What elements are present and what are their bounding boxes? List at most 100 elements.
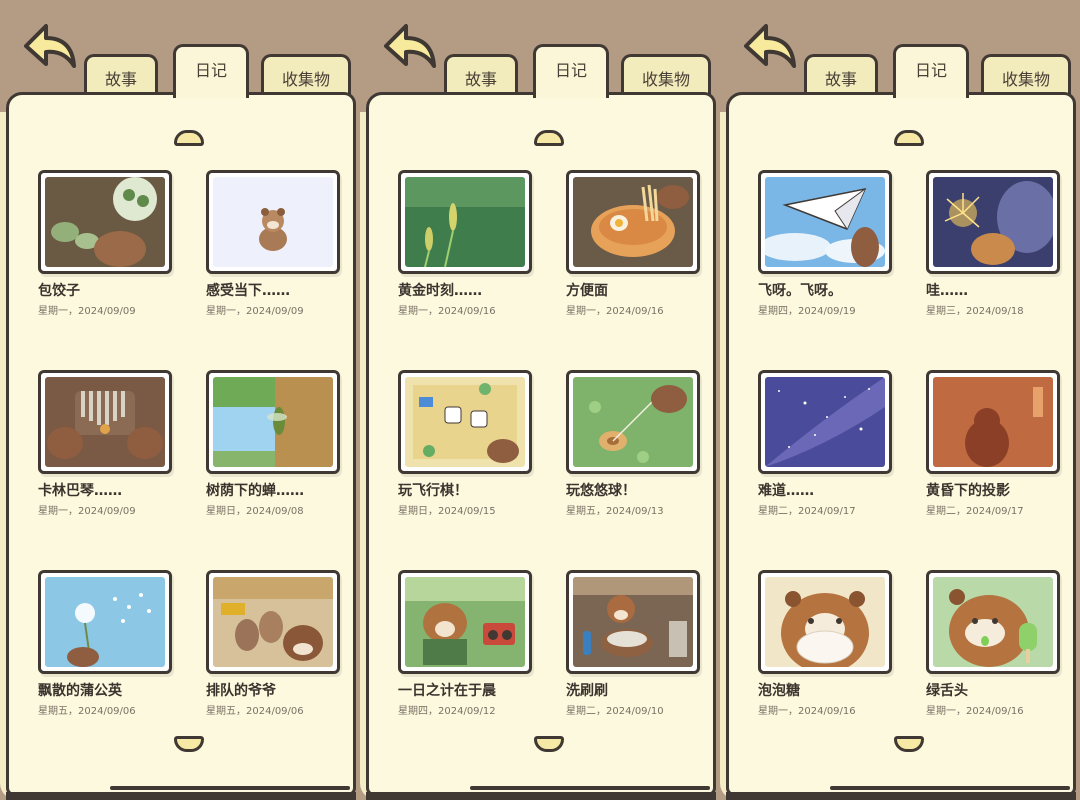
page-up-button[interactable] [894,130,924,146]
entry-thumbnail [206,370,340,474]
entry-thumbnail [206,570,340,674]
tab-diary[interactable]: 日记 [533,44,609,98]
entry-thumbnail [758,170,892,274]
entry-date: 星期一，2024/09/16 [566,306,664,317]
tab-collection-label: 收集物 [1001,69,1050,89]
entry-date: 星期二，2024/09/10 [566,706,664,717]
tab-diary-label: 日记 [554,60,587,80]
tab-story-label: 故事 [104,69,137,89]
diary-entry[interactable]: 黄昏下的投影星期二，2024/09/17 [926,370,1066,517]
tab-collection-label: 收集物 [281,69,330,89]
tab-diary-label: 日记 [194,60,227,80]
grass-illustration [405,177,525,267]
boardgame-illustration [405,377,525,467]
book-page-line [470,786,710,790]
entry-title: 黄昏下的投影 [926,483,1010,499]
diary-entry[interactable]: 包饺子星期一，2024/09/09 [38,170,178,317]
squirrel-small-illustration [213,177,333,267]
entry-title: 卡林巴琴…… [38,483,122,499]
diary-panel-2: 故事 收集物 日记 黄金时刻…… 星期一，2024/09/16 方便面 星期一，2024/0… [360,0,720,800]
diary-entry[interactable]: 哇…… 星期三，2024/09/18 [926,170,1066,317]
tab-diary[interactable]: 日记 [893,44,969,98]
entry-date: 星期五，2024/09/06 [38,706,136,717]
entry-date: 星期一，2024/09/09 [206,306,304,317]
page-up-button[interactable] [174,130,204,146]
entry-title: 玩飞行棋！ [398,483,468,499]
diary-entry[interactable]: 飞呀。飞呀。星期四，2024/09/19 [758,170,898,317]
diary-entry[interactable]: 树荫下的蝉…… 星期日，2024/09/08 [206,370,346,517]
stars-illustration [765,377,885,467]
entry-title: 哇…… [926,283,968,299]
shadow-illustration [933,377,1053,467]
entry-date: 星期二，2024/09/17 [758,506,856,517]
entry-thumbnail [398,170,532,274]
sparkler-illustration [933,177,1053,267]
cicada-illustration [213,377,333,467]
paperplane-illustration [765,177,885,267]
entry-date: 星期四，2024/09/12 [398,706,496,717]
dandelion-illustration [45,577,165,667]
entry-date: 星期一，2024/09/16 [398,306,496,317]
diary-entry[interactable]: 方便面星期一，2024/09/16 [566,170,706,317]
entry-title: 黄金时刻…… [398,283,482,299]
radio-illustration [405,577,525,667]
diary-entry[interactable]: 玩飞行棋！ 星期日，2024/09/15 [398,370,538,517]
entry-date: 星期三，2024/09/18 [926,306,1024,317]
tab-story-label: 故事 [464,69,497,89]
entry-title: 洗刷刷 [566,683,608,699]
diary-entry[interactable]: 玩悠悠球！ 星期五，2024/09/13 [566,370,706,517]
diary-entry[interactable]: 卡林巴琴…… 星期一，2024/09/09 [38,370,178,517]
tab-collection-label: 收集物 [641,69,690,89]
book-page-line [110,786,350,790]
entry-title: 排队的爷爷 [206,683,276,699]
tab-story-label: 故事 [824,69,857,89]
diary-entry[interactable]: 一日之计在于晨星期四，2024/09/12 [398,570,538,717]
entry-thumbnail [758,570,892,674]
diary-entry[interactable]: 黄金时刻…… 星期一，2024/09/16 [398,170,538,317]
diary-entry[interactable]: 绿舌头 星期一，2024/09/16 [926,570,1066,717]
entry-thumbnail [206,170,340,274]
entry-title: 一日之计在于晨 [398,683,496,699]
kalimba-illustration [45,377,165,467]
entry-thumbnail [38,170,172,274]
entry-date: 星期四，2024/09/19 [758,306,856,317]
entry-thumbnail [566,570,700,674]
queue-illustration [213,577,333,667]
diary-entry[interactable]: 泡泡糖星期一，2024/09/16 [758,570,898,717]
back-arrow-icon[interactable] [18,16,82,80]
back-arrow-icon[interactable] [378,16,442,80]
page-up-button[interactable] [534,130,564,146]
bubblegum-illustration [765,577,885,667]
entry-thumbnail [398,570,532,674]
diary-entry[interactable]: 飘散的蒲公英 星期五，2024/09/06 [38,570,178,717]
book-bottom-edge [6,792,356,800]
book-page-line [830,786,1070,790]
entry-date: 星期日，2024/09/15 [398,506,496,517]
entry-date: 星期五，2024/09/13 [566,506,664,517]
entry-title: 难道…… [758,483,814,499]
dishes-illustration [573,577,693,667]
diary-panel-3: 故事 收集物 日记飞呀。飞呀。星期四，2024/09/19 哇…… 星期三，2024/0… [720,0,1080,800]
entry-date: 星期一，2024/09/16 [758,706,856,717]
popsicle-illustration [933,577,1053,667]
entry-title: 包饺子 [38,283,80,299]
entry-thumbnail [566,170,700,274]
entry-title: 感受当下…… [206,283,290,299]
entry-thumbnail [926,570,1060,674]
entry-title: 飞呀。飞呀。 [758,283,842,299]
entry-thumbnail [926,170,1060,274]
tab-diary[interactable]: 日记 [173,44,249,98]
diary-entry[interactable]: 洗刷刷星期二，2024/09/10 [566,570,706,717]
diary-panel-1: 故事 收集物 日记包饺子星期一，2024/09/09 感受当下…… 星期一，2024/0… [0,0,360,800]
book-bottom-edge [366,792,716,800]
entry-date: 星期一，2024/09/09 [38,306,136,317]
diary-entry[interactable]: 难道…… 星期二，2024/09/17 [758,370,898,517]
entry-title: 泡泡糖 [758,683,800,699]
entry-title: 方便面 [566,283,608,299]
diary-entry[interactable]: 感受当下…… 星期一，2024/09/09 [206,170,346,317]
back-arrow-icon[interactable] [738,16,802,80]
entry-thumbnail [758,370,892,474]
entry-date: 星期二，2024/09/17 [926,506,1024,517]
diary-entry[interactable]: 排队的爷爷 星期五，2024/09/06 [206,570,346,717]
noodles-illustration [573,177,693,267]
